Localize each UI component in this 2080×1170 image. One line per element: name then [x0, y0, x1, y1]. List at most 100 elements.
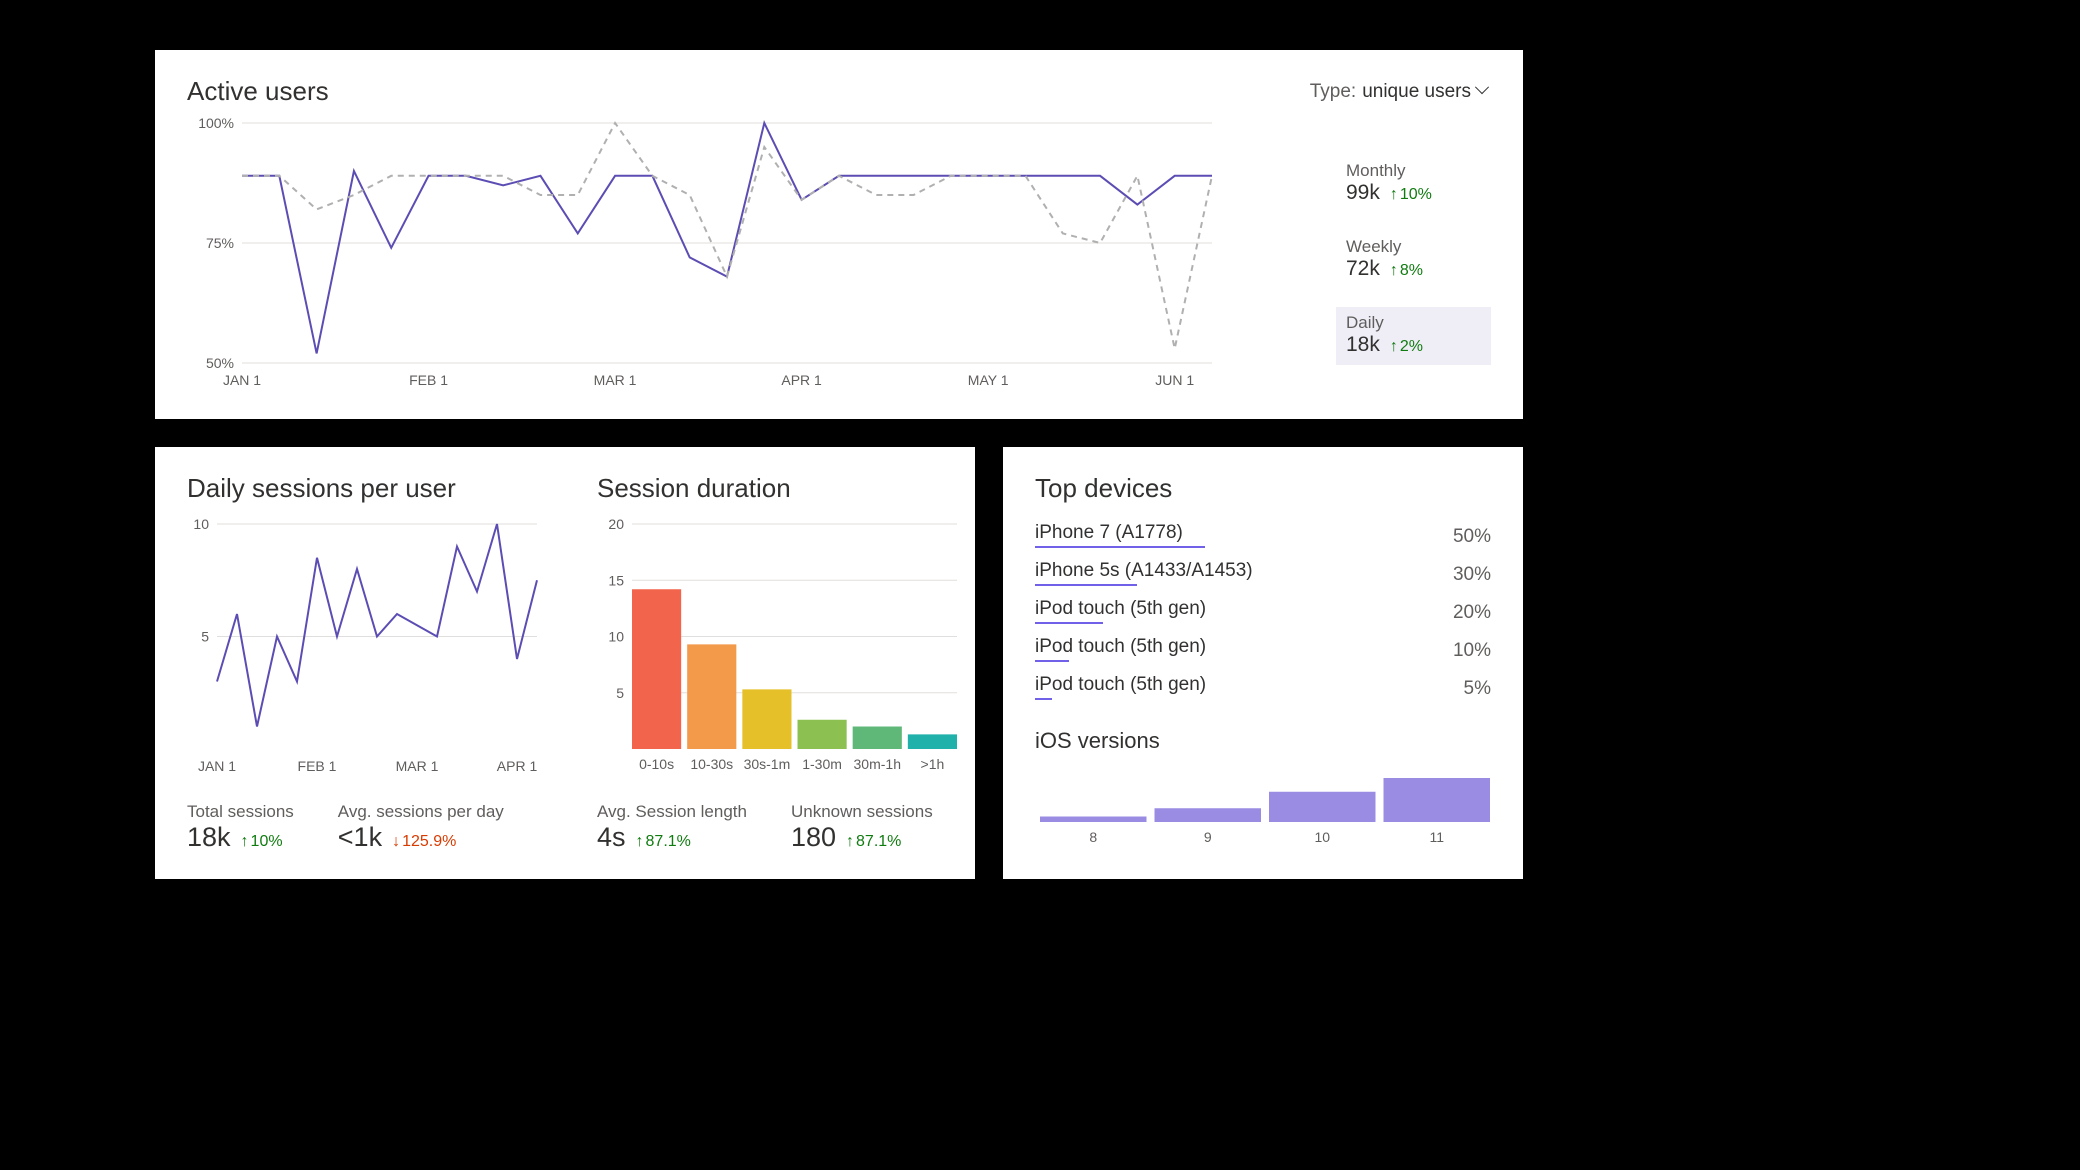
svg-text:11: 11: [1429, 829, 1444, 845]
svg-text:10: 10: [608, 629, 624, 645]
arrow-up-icon: [241, 833, 249, 851]
svg-text:100%: 100%: [198, 115, 234, 131]
device-bar: [1035, 660, 1069, 663]
active-users-chart: 50% 75% 100% JAN 1 FEB 1 MAR 1 APR 1 MAY 1 JUN 1: [187, 113, 1227, 393]
svg-text:MAR 1: MAR 1: [396, 758, 439, 774]
device-name: iPhone 5s (A1433/A1453): [1035, 560, 1253, 586]
active-users-title: Active users: [187, 76, 329, 107]
svg-text:FEB 1: FEB 1: [409, 372, 448, 388]
sessions-card: Daily sessions per user 5 10 JAN 1 FEB 1 MAR…: [155, 447, 975, 879]
device-row[interactable]: iPod touch (5th gen) 5%: [1035, 674, 1491, 700]
legend-weekly-delta: 8%: [1390, 262, 1423, 280]
svg-text:JAN 1: JAN 1: [223, 372, 261, 388]
daily-sessions-title: Daily sessions per user: [187, 473, 547, 504]
arrow-up-icon: [1390, 338, 1398, 356]
device-name: iPod touch (5th gen): [1035, 636, 1206, 662]
svg-text:50%: 50%: [206, 355, 234, 371]
stat-avg-length-value: 4s: [597, 822, 626, 853]
legend-daily-delta: 2%: [1390, 338, 1423, 356]
device-pct: 10%: [1453, 640, 1491, 662]
device-name: iPod touch (5th gen): [1035, 598, 1206, 624]
svg-text:8: 8: [1089, 829, 1097, 845]
device-pct: 5%: [1464, 678, 1491, 700]
svg-text:MAY 1: MAY 1: [968, 372, 1009, 388]
device-bar: [1035, 622, 1103, 625]
svg-text:JAN 1: JAN 1: [198, 758, 236, 774]
device-row[interactable]: iPod touch (5th gen) 10%: [1035, 636, 1491, 662]
active-users-card: Active users Type: unique users 50% 75% 10…: [155, 50, 1523, 419]
legend-monthly[interactable]: Monthly 99k 10%: [1336, 155, 1491, 213]
device-row[interactable]: iPhone 5s (A1433/A1453) 30%: [1035, 560, 1491, 586]
svg-text:30s-1m: 30s-1m: [744, 756, 791, 772]
stat-avg-sessions-delta: 125.9%: [392, 833, 456, 851]
stat-total-sessions: Total sessions 18k 10%: [187, 802, 294, 853]
legend-daily-value: 18k: [1346, 333, 1380, 357]
daily-sessions-chart: 5 10 JAN 1 FEB 1 MAR 1 APR 1: [187, 504, 547, 784]
legend-daily-label: Daily: [1346, 313, 1481, 333]
stat-unknown-sessions-value: 180: [791, 822, 836, 853]
legend-monthly-label: Monthly: [1346, 161, 1481, 181]
device-row[interactable]: iPhone 7 (A1778) 50%: [1035, 522, 1491, 548]
type-value: unique users: [1362, 81, 1471, 103]
device-pct: 30%: [1453, 564, 1491, 586]
svg-text:5: 5: [201, 629, 209, 645]
device-name: iPhone 7 (A1778): [1035, 522, 1183, 548]
arrow-up-icon: [1390, 262, 1398, 280]
legend-daily[interactable]: Daily 18k 2%: [1336, 307, 1491, 365]
session-duration-chart: 5 10 15 20 0-10s 10-30s 30s-1m 1-30m 30m-1h >1h: [597, 504, 967, 784]
svg-text:1-30m: 1-30m: [802, 756, 842, 772]
arrow-up-icon: [846, 833, 854, 851]
svg-text:FEB 1: FEB 1: [298, 758, 337, 774]
svg-text:10: 10: [1314, 829, 1330, 845]
arrow-down-icon: [392, 833, 400, 851]
svg-text:>1h: >1h: [921, 756, 945, 772]
device-name: iPod touch (5th gen): [1035, 674, 1206, 700]
type-label: Type:: [1310, 81, 1356, 103]
stat-avg-sessions: Avg. sessions per day <1k 125.9%: [338, 802, 504, 853]
svg-text:APR 1: APR 1: [781, 372, 822, 388]
stat-avg-length-label: Avg. Session length: [597, 802, 747, 822]
device-bar: [1035, 546, 1205, 549]
svg-text:5: 5: [616, 685, 624, 701]
stat-total-sessions-value: 18k: [187, 822, 231, 853]
stat-avg-sessions-value: <1k: [338, 822, 382, 853]
svg-text:30m-1h: 30m-1h: [854, 756, 901, 772]
svg-text:10-30s: 10-30s: [690, 756, 733, 772]
svg-text:APR 1: APR 1: [497, 758, 538, 774]
svg-text:JUN 1: JUN 1: [1155, 372, 1194, 388]
device-pct: 20%: [1453, 602, 1491, 624]
stat-unknown-sessions: Unknown sessions 180 87.1%: [791, 802, 933, 853]
session-duration-title: Session duration: [597, 473, 967, 504]
svg-text:0-10s: 0-10s: [639, 756, 674, 772]
arrow-up-icon: [1390, 186, 1398, 204]
type-selector[interactable]: Type: unique users: [1310, 81, 1491, 103]
svg-text:15: 15: [608, 572, 624, 588]
device-bar: [1035, 698, 1052, 701]
chevron-down-icon: [1477, 85, 1491, 99]
legend-weekly[interactable]: Weekly 72k 8%: [1336, 231, 1491, 289]
stat-unknown-sessions-label: Unknown sessions: [791, 802, 933, 822]
legend-weekly-label: Weekly: [1346, 237, 1481, 257]
device-pct: 50%: [1453, 526, 1491, 548]
svg-text:10: 10: [193, 516, 209, 532]
device-list: iPhone 7 (A1778) 50% iPhone 5s (A1433/A145…: [1035, 522, 1491, 700]
svg-text:20: 20: [608, 516, 624, 532]
svg-text:MAR 1: MAR 1: [594, 372, 637, 388]
device-row[interactable]: iPod touch (5th gen) 20%: [1035, 598, 1491, 624]
svg-text:9: 9: [1204, 829, 1212, 845]
stat-avg-sessions-label: Avg. sessions per day: [338, 802, 504, 822]
top-devices-title: Top devices: [1035, 473, 1491, 504]
legend-monthly-value: 99k: [1346, 181, 1380, 205]
legend-weekly-value: 72k: [1346, 257, 1380, 281]
legend-monthly-delta: 10%: [1390, 186, 1432, 204]
ios-versions-chart: 8 9 10 11: [1035, 762, 1495, 852]
devices-card: Top devices iPhone 7 (A1778) 50% iPhone 5s…: [1003, 447, 1523, 879]
ios-versions-title: iOS versions: [1035, 728, 1491, 754]
svg-text:75%: 75%: [206, 235, 234, 251]
stat-total-sessions-delta: 10%: [241, 833, 283, 851]
active-users-legend: Monthly 99k 10% Weekly 72k 8% Daily 18k …: [1336, 113, 1491, 393]
stat-unknown-sessions-delta: 87.1%: [846, 833, 901, 851]
arrow-up-icon: [636, 833, 644, 851]
stat-total-sessions-label: Total sessions: [187, 802, 294, 822]
stat-avg-length: Avg. Session length 4s 87.1%: [597, 802, 747, 853]
